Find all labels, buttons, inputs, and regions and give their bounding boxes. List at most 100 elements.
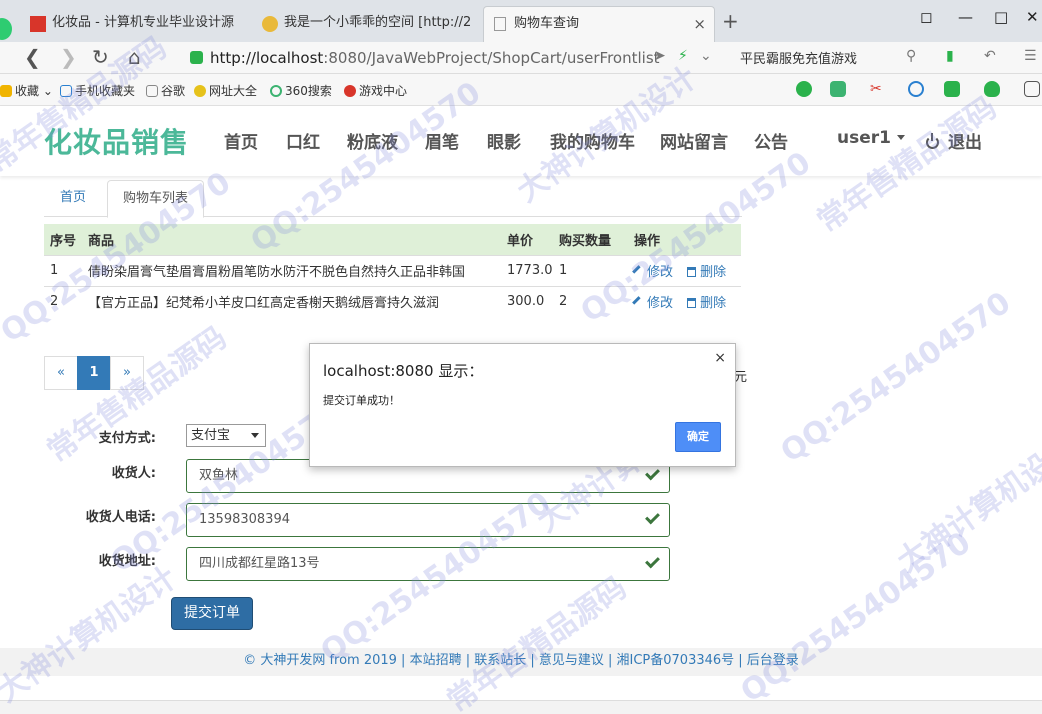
site-navbar: 化妆品销售 首页 口红 粉底液 眉笔 眼影 我的购物车 网站留言 公告 user… <box>0 106 1042 176</box>
star-icon <box>0 85 12 97</box>
minimize-icon[interactable]: — <box>958 8 973 26</box>
reload-icon[interactable]: ↻ <box>92 46 109 68</box>
browser-tab-bar: 化妆品 - 计算机专业毕业设计源 我是一个小乖乖的空间 [http://2 购物… <box>0 0 1042 42</box>
search-suggestion[interactable]: 平民霸服免充值游戏 <box>740 48 857 67</box>
browser-tab-2-label: 我是一个小乖乖的空间 [http://2 <box>284 15 472 30</box>
back-icon[interactable]: ❮ <box>24 46 41 68</box>
tab-close-icon[interactable]: × <box>693 7 706 41</box>
delete-link[interactable]: 删除 <box>687 296 726 311</box>
browser-tab-active[interactable]: 购物车查询 × <box>483 6 715 42</box>
scissors-ext-icon[interactable]: ✂ <box>870 81 886 97</box>
window-close-icon[interactable]: ✕ <box>1026 8 1039 26</box>
col-actions: 操作 <box>628 224 741 255</box>
bookmark-sites[interactable]: 网址大全 <box>194 82 257 99</box>
phone-value: 13598308394 <box>199 512 290 527</box>
watermark-source: 常年售精品源码 <box>440 570 634 714</box>
watermark-design: 大神计算机设计 <box>0 560 184 710</box>
user-menu[interactable]: user1 <box>837 128 905 148</box>
row-product: 倩盼染眉膏气垫眉膏眉粉眉笔防水防汗不脱色自然持久正品非韩国 <box>82 254 501 286</box>
forward-icon[interactable]: ❯ <box>60 46 77 68</box>
undo-icon[interactable]: ↶ <box>984 48 996 64</box>
bookmark-google-label: 谷歌 <box>161 84 186 98</box>
browser-tab-2[interactable]: 我是一个小乖乖的空间 [http://2 <box>254 6 480 42</box>
nav-foundation[interactable]: 粉底液 <box>347 128 398 153</box>
bookmark-favorites[interactable]: 收藏 ⌄ <box>0 82 53 99</box>
cart-table: 序号 商品 单价 购买数量 操作 1 倩盼染眉膏气垫眉膏眉粉眉笔防水防汗不脱色自… <box>44 224 741 317</box>
edit-label: 修改 <box>647 296 674 312</box>
nav-guestbook[interactable]: 网站留言 <box>660 128 728 153</box>
table-row: 2 【官方正品】纪梵希小羊皮口红高定香榭天鹅绒唇膏持久滋润 300.0 2 修改… <box>44 285 741 317</box>
page-current[interactable]: 1 <box>77 356 111 390</box>
page-icon <box>146 85 158 97</box>
logout-label: 退出 <box>948 133 982 153</box>
logout-link[interactable]: 退出 <box>926 128 982 153</box>
delete-label: 删除 <box>700 296 727 312</box>
apps-ext-icon[interactable] <box>1024 81 1040 97</box>
shield-ext-icon[interactable] <box>984 81 1000 97</box>
user-name: user1 <box>837 128 891 148</box>
edit-link[interactable]: 修改 <box>632 296 674 312</box>
dialog-ok-button[interactable]: 确定 <box>675 422 721 452</box>
bookmark-mobile[interactable]: 手机收藏夹 <box>60 82 135 99</box>
nav-eyebrow-pencil[interactable]: 眉笔 <box>425 128 459 153</box>
delete-link[interactable]: 删除 <box>687 265 726 280</box>
nav-eyeshadow[interactable]: 眼影 <box>487 128 521 153</box>
col-qty: 购买数量 <box>553 224 628 255</box>
row-qty: 1 <box>553 254 628 286</box>
star-favicon-icon <box>262 16 278 32</box>
trash-icon <box>687 267 697 277</box>
pay-method-value: 支付宝 <box>191 428 231 443</box>
search-ext-icon[interactable] <box>908 81 924 97</box>
chat-ext-icon[interactable] <box>796 81 812 97</box>
phone-label: 收货人电话: <box>85 510 156 525</box>
receiver-label: 收货人: <box>111 466 156 481</box>
browser-tab-1[interactable]: 化妆品 - 计算机专业毕业设计源 <box>22 6 254 42</box>
gamepad-ext-icon[interactable] <box>944 81 960 97</box>
bookmark-360[interactable]: 360搜索 <box>270 82 332 99</box>
browser-tab-1-label: 化妆品 - 计算机专业毕业设计源 <box>52 15 234 30</box>
dropdown-icon[interactable]: ⌄ <box>700 48 712 64</box>
browser-tab-3-label: 购物车查询 <box>514 16 580 31</box>
url-field[interactable]: http://localhost:8080/JavaWebProject/Sho… <box>180 45 720 71</box>
submit-order-button[interactable]: 提交订单 <box>171 597 253 630</box>
watermark-design: 大神计算机设计 <box>890 430 1042 580</box>
row-actions: 修改 删除 <box>628 285 741 317</box>
edit-link[interactable]: 修改 <box>632 265 674 280</box>
dialog-title: localhost:8080 显示： <box>323 362 484 380</box>
brand-logo[interactable]: 化妆品销售 <box>44 121 189 161</box>
tab-cart-list[interactable]: 购物车列表 <box>107 180 205 218</box>
watermark-qq: QQ:2545404570 <box>734 525 978 710</box>
search-icon[interactable]: ⚲ <box>906 48 916 64</box>
address-input[interactable]: 四川成都红星路13号 <box>186 547 670 581</box>
pay-method-select[interactable]: 支付宝 <box>186 424 266 447</box>
battery-icon[interactable]: ▮ <box>946 48 954 64</box>
dialog-close-icon[interactable]: × <box>714 350 726 366</box>
caret-down-icon <box>896 135 905 140</box>
maximize-icon[interactable]: □ <box>994 8 1008 26</box>
translate-ext-icon[interactable] <box>830 81 846 97</box>
nav-my-cart[interactable]: 我的购物车 <box>550 128 635 153</box>
bookmark-sites-label: 网址大全 <box>209 84 258 98</box>
url-host: http://localhost <box>210 49 324 67</box>
row-product: 【官方正品】纪梵希小羊皮口红高定香榭天鹅绒唇膏持久滋润 <box>82 285 501 317</box>
nav-notice[interactable]: 公告 <box>754 128 788 153</box>
lightning-icon[interactable]: ⚡ <box>678 48 688 64</box>
menu-icon[interactable]: ☰ <box>1024 48 1037 64</box>
pencil-icon <box>632 296 645 310</box>
share-icon[interactable]: ➤ <box>654 48 666 64</box>
table-row: 1 倩盼染眉膏气垫眉膏眉粉眉笔防水防汗不脱色自然持久正品非韩国 1773.0 1… <box>44 254 741 286</box>
nav-home[interactable]: 首页 <box>224 128 258 153</box>
phone-input[interactable]: 13598308394 <box>186 503 670 537</box>
page-next[interactable]: » <box>110 356 144 390</box>
shirt-skin-icon[interactable]: ◻ <box>920 8 932 26</box>
bookmark-games[interactable]: 游戏中心 <box>344 82 407 99</box>
site-footer[interactable]: © 大神开发网 from 2019 | 本站招聘 | 联系站长 | 意见与建议 … <box>0 648 1042 676</box>
edit-label: 修改 <box>647 265 674 280</box>
page-prev[interactable]: « <box>44 356 78 390</box>
bookmark-google[interactable]: 谷歌 <box>146 82 185 99</box>
row-price: 1773.0 <box>501 254 553 286</box>
nav-lipstick[interactable]: 口红 <box>286 128 320 153</box>
tab-home[interactable]: 首页 <box>45 180 101 217</box>
home-icon[interactable]: ⌂ <box>128 46 141 68</box>
new-tab-button[interactable]: + <box>722 10 739 32</box>
